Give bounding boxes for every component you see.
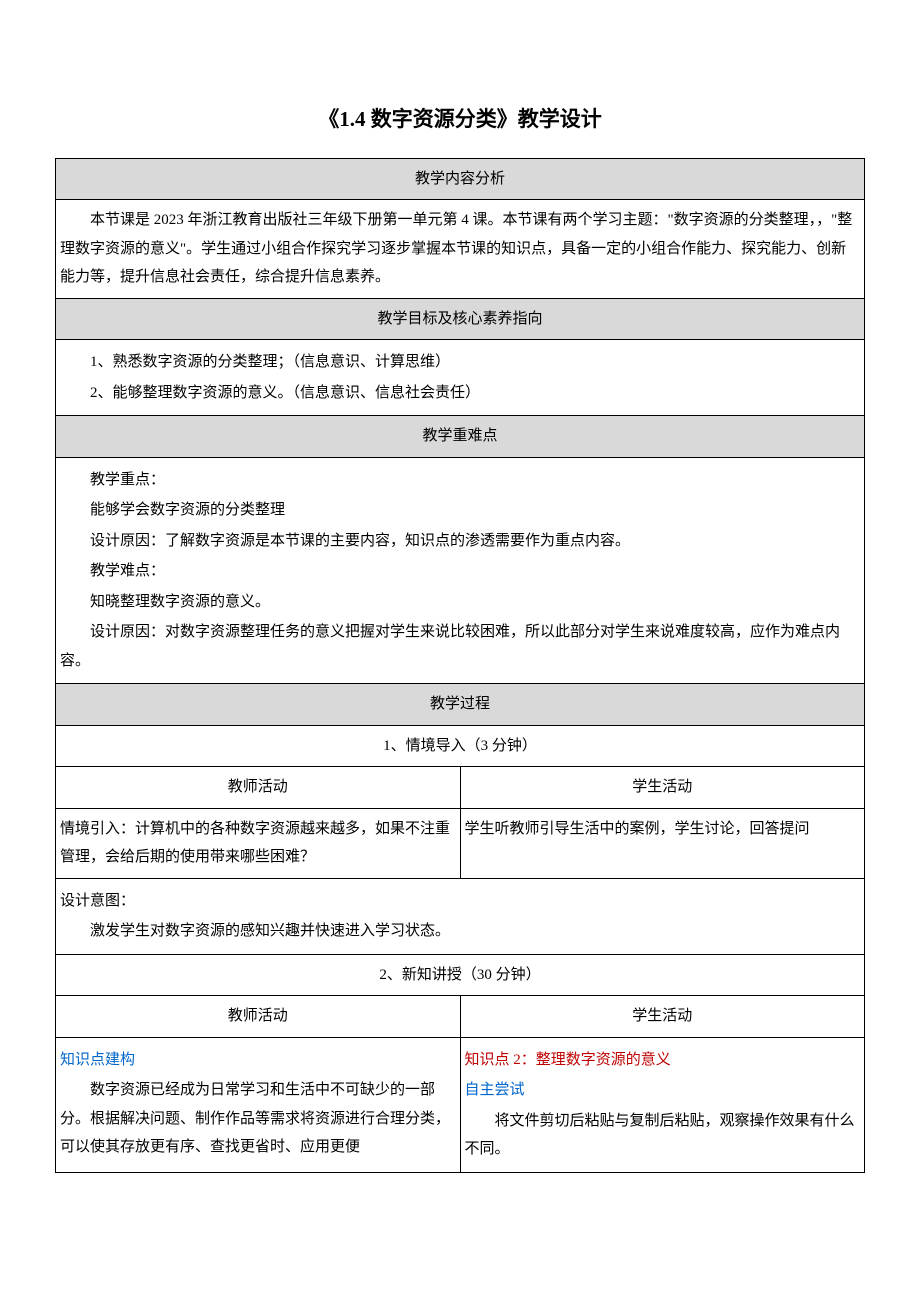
lesson-plan-table: 教学内容分析 本节课是 2023 年浙江教育出版社三年级下册第一单元第 4 课。…: [55, 158, 865, 1173]
difficulty-text: 知晓整理数字资源的意义。: [60, 588, 860, 617]
section-goals-header: 教学目标及核心素养指向: [56, 298, 865, 340]
difficulty-reason: 设计原因：对数字资源整理任务的意义把握对学生来说比较困难，所以此部分对学生来说难…: [60, 618, 860, 675]
knowledge-construct-label: 知识点建构: [60, 1046, 456, 1075]
step2-student-cell: 知识点 2：整理数字资源的意义 自主尝试 将文件剪切后粘贴与复制后粘贴，观察操作…: [460, 1037, 865, 1172]
knowledge-point-2-label: 知识点 2：整理数字资源的意义: [465, 1046, 861, 1075]
knowledge-construct-text: 数字资源已经成为日常学习和生活中不可缺少的一部分。根据解决问题、制作作品等需求将…: [60, 1076, 456, 1162]
goal-item-1: 1、熟悉数字资源的分类整理；（信息意识、计算思维）: [60, 348, 860, 377]
step1-teacher-text: 情境引入：计算机中的各种数字资源越来越多，如果不注重管理，会给后期的使用带来哪些…: [60, 815, 456, 872]
self-try-label: 自主尝试: [465, 1076, 861, 1105]
goal-item-2: 2、能够整理数字资源的意义。（信息意识、信息社会责任）: [60, 379, 860, 408]
focus-label: 教学重点：: [60, 466, 860, 495]
difficulty-label: 教学难点：: [60, 557, 860, 586]
focus-reason: 设计原因：了解数字资源是本节课的主要内容，知识点的渗透需要作为重点内容。: [60, 527, 860, 556]
step2-title: 2、新知讲授（30 分钟）: [56, 954, 865, 996]
step2-student-header: 学生活动: [460, 996, 865, 1038]
step1-student-text: 学生听教师引导生活中的案例，学生讨论，回答提问: [465, 815, 861, 844]
self-try-text: 将文件剪切后粘贴与复制后粘贴，观察操作效果有什么不同。: [465, 1107, 861, 1164]
step2-teacher-cell: 知识点建构 数字资源已经成为日常学习和生活中不可缺少的一部分。根据解决问题、制作…: [56, 1037, 461, 1172]
step1-student-cell: 学生听教师引导生活中的案例，学生讨论，回答提问: [460, 808, 865, 878]
section-keypoints-header: 教学重难点: [56, 416, 865, 458]
step1-design-label: 设计意图：: [60, 887, 860, 916]
step1-teacher-cell: 情境引入：计算机中的各种数字资源越来越多，如果不注重管理，会给后期的使用带来哪些…: [56, 808, 461, 878]
focus-text: 能够学会数字资源的分类整理: [60, 496, 860, 525]
section-analysis-header: 教学内容分析: [56, 158, 865, 200]
page-title: 《1.4 数字资源分类》教学设计: [55, 100, 865, 140]
step1-student-header: 学生活动: [460, 767, 865, 809]
step1-design-cell: 设计意图： 激发学生对数字资源的感知兴趣并快速进入学习状态。: [56, 878, 865, 954]
section-process-header: 教学过程: [56, 684, 865, 726]
section-analysis-body: 本节课是 2023 年浙江教育出版社三年级下册第一单元第 4 课。本节课有两个学…: [56, 200, 865, 299]
section-goals-body: 1、熟悉数字资源的分类整理；（信息意识、计算思维） 2、能够整理数字资源的意义。…: [56, 340, 865, 416]
step1-teacher-header: 教师活动: [56, 767, 461, 809]
section-keypoints-body: 教学重点： 能够学会数字资源的分类整理 设计原因：了解数字资源是本节课的主要内容…: [56, 457, 865, 684]
step2-teacher-header: 教师活动: [56, 996, 461, 1038]
step1-title: 1、情境导入（3 分钟）: [56, 725, 865, 767]
step1-design-text: 激发学生对数字资源的感知兴趣并快速进入学习状态。: [60, 917, 860, 946]
analysis-text: 本节课是 2023 年浙江教育出版社三年级下册第一单元第 4 课。本节课有两个学…: [60, 206, 860, 292]
